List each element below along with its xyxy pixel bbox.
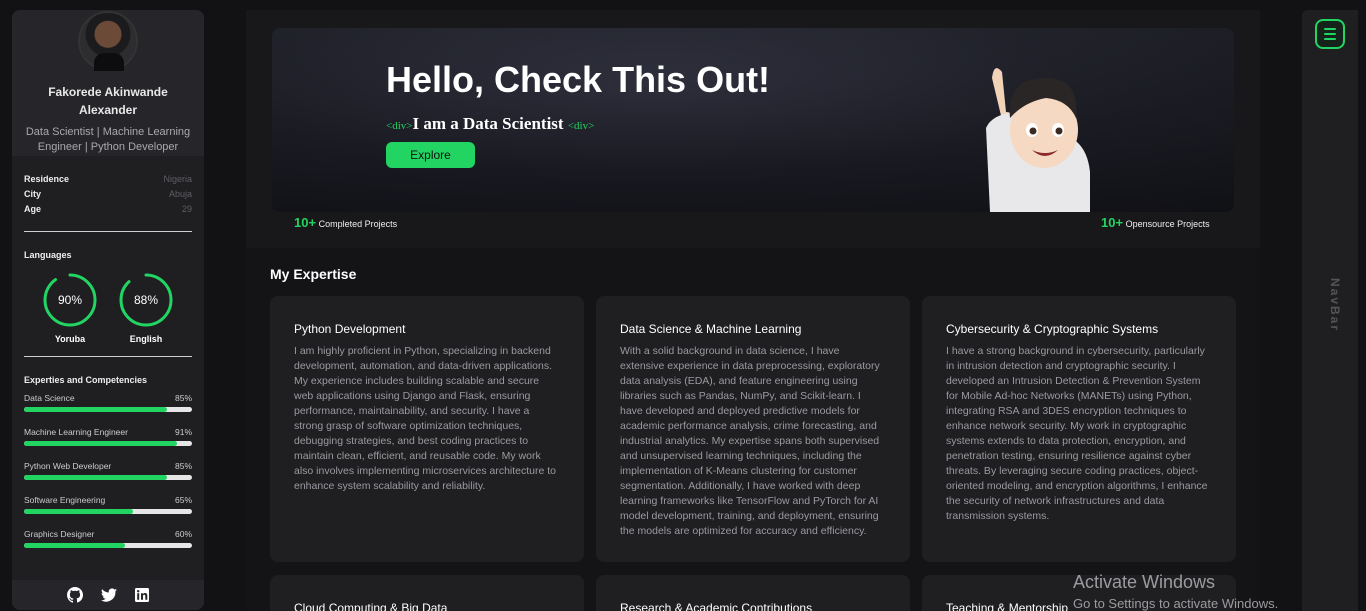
expertise-card: Python Development I am highly proficien… <box>270 296 584 562</box>
stat-label: Completed Projects <box>318 219 398 229</box>
skill-bar-fill <box>24 509 134 514</box>
languages-title: Languages <box>24 250 72 260</box>
language-percent: 88% <box>133 293 159 307</box>
info-value: 29 <box>181 204 192 214</box>
skill-percent: 91% <box>174 427 192 437</box>
skill-percent: 85% <box>174 393 192 403</box>
stat-count: 10+ <box>1101 215 1124 230</box>
language-name: Yoruba <box>54 334 86 344</box>
skills-title: Experties and Competencies <box>24 375 148 385</box>
linkedin-icon[interactable] <box>135 588 149 602</box>
menu-button[interactable] <box>1315 19 1345 49</box>
skill-name: Data Science <box>24 393 75 403</box>
skill-bar <box>24 441 192 446</box>
skill-bar <box>24 475 192 480</box>
menu-icon <box>1324 33 1336 35</box>
tag-open: <div> <box>386 120 413 132</box>
waving-memoji-icon <box>986 68 1090 212</box>
expertise-card: Cloud Computing & Big Data <box>270 575 584 611</box>
hero-tagline: <div>I am a Data Scientist <div> <box>386 114 594 134</box>
card-title: Cybersecurity & Cryptographic Systems <box>946 322 1159 336</box>
expertise-card: Data Science & Machine Learning With a s… <box>596 296 910 562</box>
language-name: English <box>129 334 163 344</box>
divider <box>24 231 192 232</box>
main-content: Hello, Check This Out! <div>I am a Data … <box>246 10 1260 611</box>
skill-bar <box>24 407 192 412</box>
skill-bar <box>24 543 192 548</box>
skills-list: Data Science 85% Machine Learning Enginee… <box>12 392 204 548</box>
activate-windows-title: Activate Windows <box>1073 572 1216 592</box>
tagline-text: I am a Data Scientist <box>412 114 564 133</box>
avatar <box>78 11 138 71</box>
card-text: I am highly proficient in Python, specia… <box>294 345 557 492</box>
skill-name: Graphics Designer <box>24 529 95 539</box>
stat-label: Opensource Projects <box>1125 219 1210 229</box>
language-ring: 88% <box>118 272 174 328</box>
twitter-icon[interactable] <box>101 587 117 603</box>
stat-opensource: 10+ Opensource Projects <box>1101 215 1210 230</box>
personal-info: Residence Nigeria City Abuja Age 29 <box>12 156 204 217</box>
explore-button[interactable]: Explore <box>386 142 475 168</box>
tag-close: <div> <box>567 120 595 132</box>
github-icon[interactable] <box>67 587 83 603</box>
card-text: I have a strong background in cybersecur… <box>946 345 1208 522</box>
profile-sidebar: Fakorede Akinwande Alexander Data Scient… <box>12 10 204 610</box>
expertise-card: Research & Academic Contributions <box>596 575 910 611</box>
hero-title: Hello, Check This Out! <box>386 59 771 100</box>
language-english: 88% English <box>117 272 175 344</box>
skill-percent: 85% <box>174 461 192 471</box>
info-value: Nigeria <box>163 174 192 184</box>
skill-percent: 60% <box>174 529 192 539</box>
social-links <box>12 580 204 610</box>
language-percent: 90% <box>57 293 83 307</box>
expertise-title: My Expertise <box>270 266 357 282</box>
skill-item: Machine Learning Engineer 91% <box>12 426 204 446</box>
skill-bar-fill <box>24 441 177 446</box>
skill-bar-fill <box>24 543 125 548</box>
info-key: City <box>24 189 42 199</box>
info-row-city: City Abuja <box>24 187 192 202</box>
skill-item: Data Science 85% <box>12 392 204 412</box>
profile-role: Data Scientist | Machine Learning Engine… <box>25 126 191 153</box>
skill-name: Python Web Developer <box>24 461 112 471</box>
navbar-label: NavBar <box>1328 278 1342 333</box>
language-yoruba: 90% Yoruba <box>41 272 99 344</box>
skill-bar-fill <box>24 475 167 480</box>
profile-name: Fakorede Akinwande Alexander <box>48 85 168 117</box>
skill-bar-fill <box>24 407 167 412</box>
profile-header: Fakorede Akinwande Alexander Data Scient… <box>12 10 204 156</box>
menu-icon <box>1324 28 1336 30</box>
skill-item: Graphics Designer 60% <box>12 528 204 548</box>
skill-item: Python Web Developer 85% <box>12 460 204 480</box>
hero-banner: Hello, Check This Out! <div>I am a Data … <box>272 28 1234 212</box>
language-ring: 90% <box>42 272 98 328</box>
card-title: Research & Academic Contributions <box>620 601 813 611</box>
card-title: Python Development <box>294 322 406 336</box>
expertise-card: Cybersecurity & Cryptographic Systems I … <box>922 296 1236 562</box>
right-navbar: NavBar <box>1302 10 1358 611</box>
skill-percent: 65% <box>174 495 192 505</box>
skill-name: Software Engineering <box>24 495 106 505</box>
menu-icon <box>1324 38 1336 40</box>
card-text: With a solid background in data science,… <box>620 345 880 537</box>
stat-count: 10+ <box>294 215 317 230</box>
activate-windows-subtitle: Go to Settings to activate Windows. <box>1073 596 1279 611</box>
skill-bar <box>24 509 192 514</box>
info-value: Abuja <box>168 189 192 199</box>
skill-name: Machine Learning Engineer <box>24 427 128 437</box>
info-row-age: Age 29 <box>24 202 192 217</box>
card-title: Data Science & Machine Learning <box>620 322 802 336</box>
info-key: Residence <box>24 174 70 184</box>
info-row-residence: Residence Nigeria <box>24 172 192 187</box>
info-key: Age <box>24 204 42 214</box>
card-title: Cloud Computing & Big Data <box>294 601 448 611</box>
divider <box>24 356 192 357</box>
stat-completed: 10+ Completed Projects <box>294 215 397 230</box>
languages-list: 90% Yoruba 88% English <box>12 272 204 344</box>
skill-item: Software Engineering 65% <box>12 494 204 514</box>
